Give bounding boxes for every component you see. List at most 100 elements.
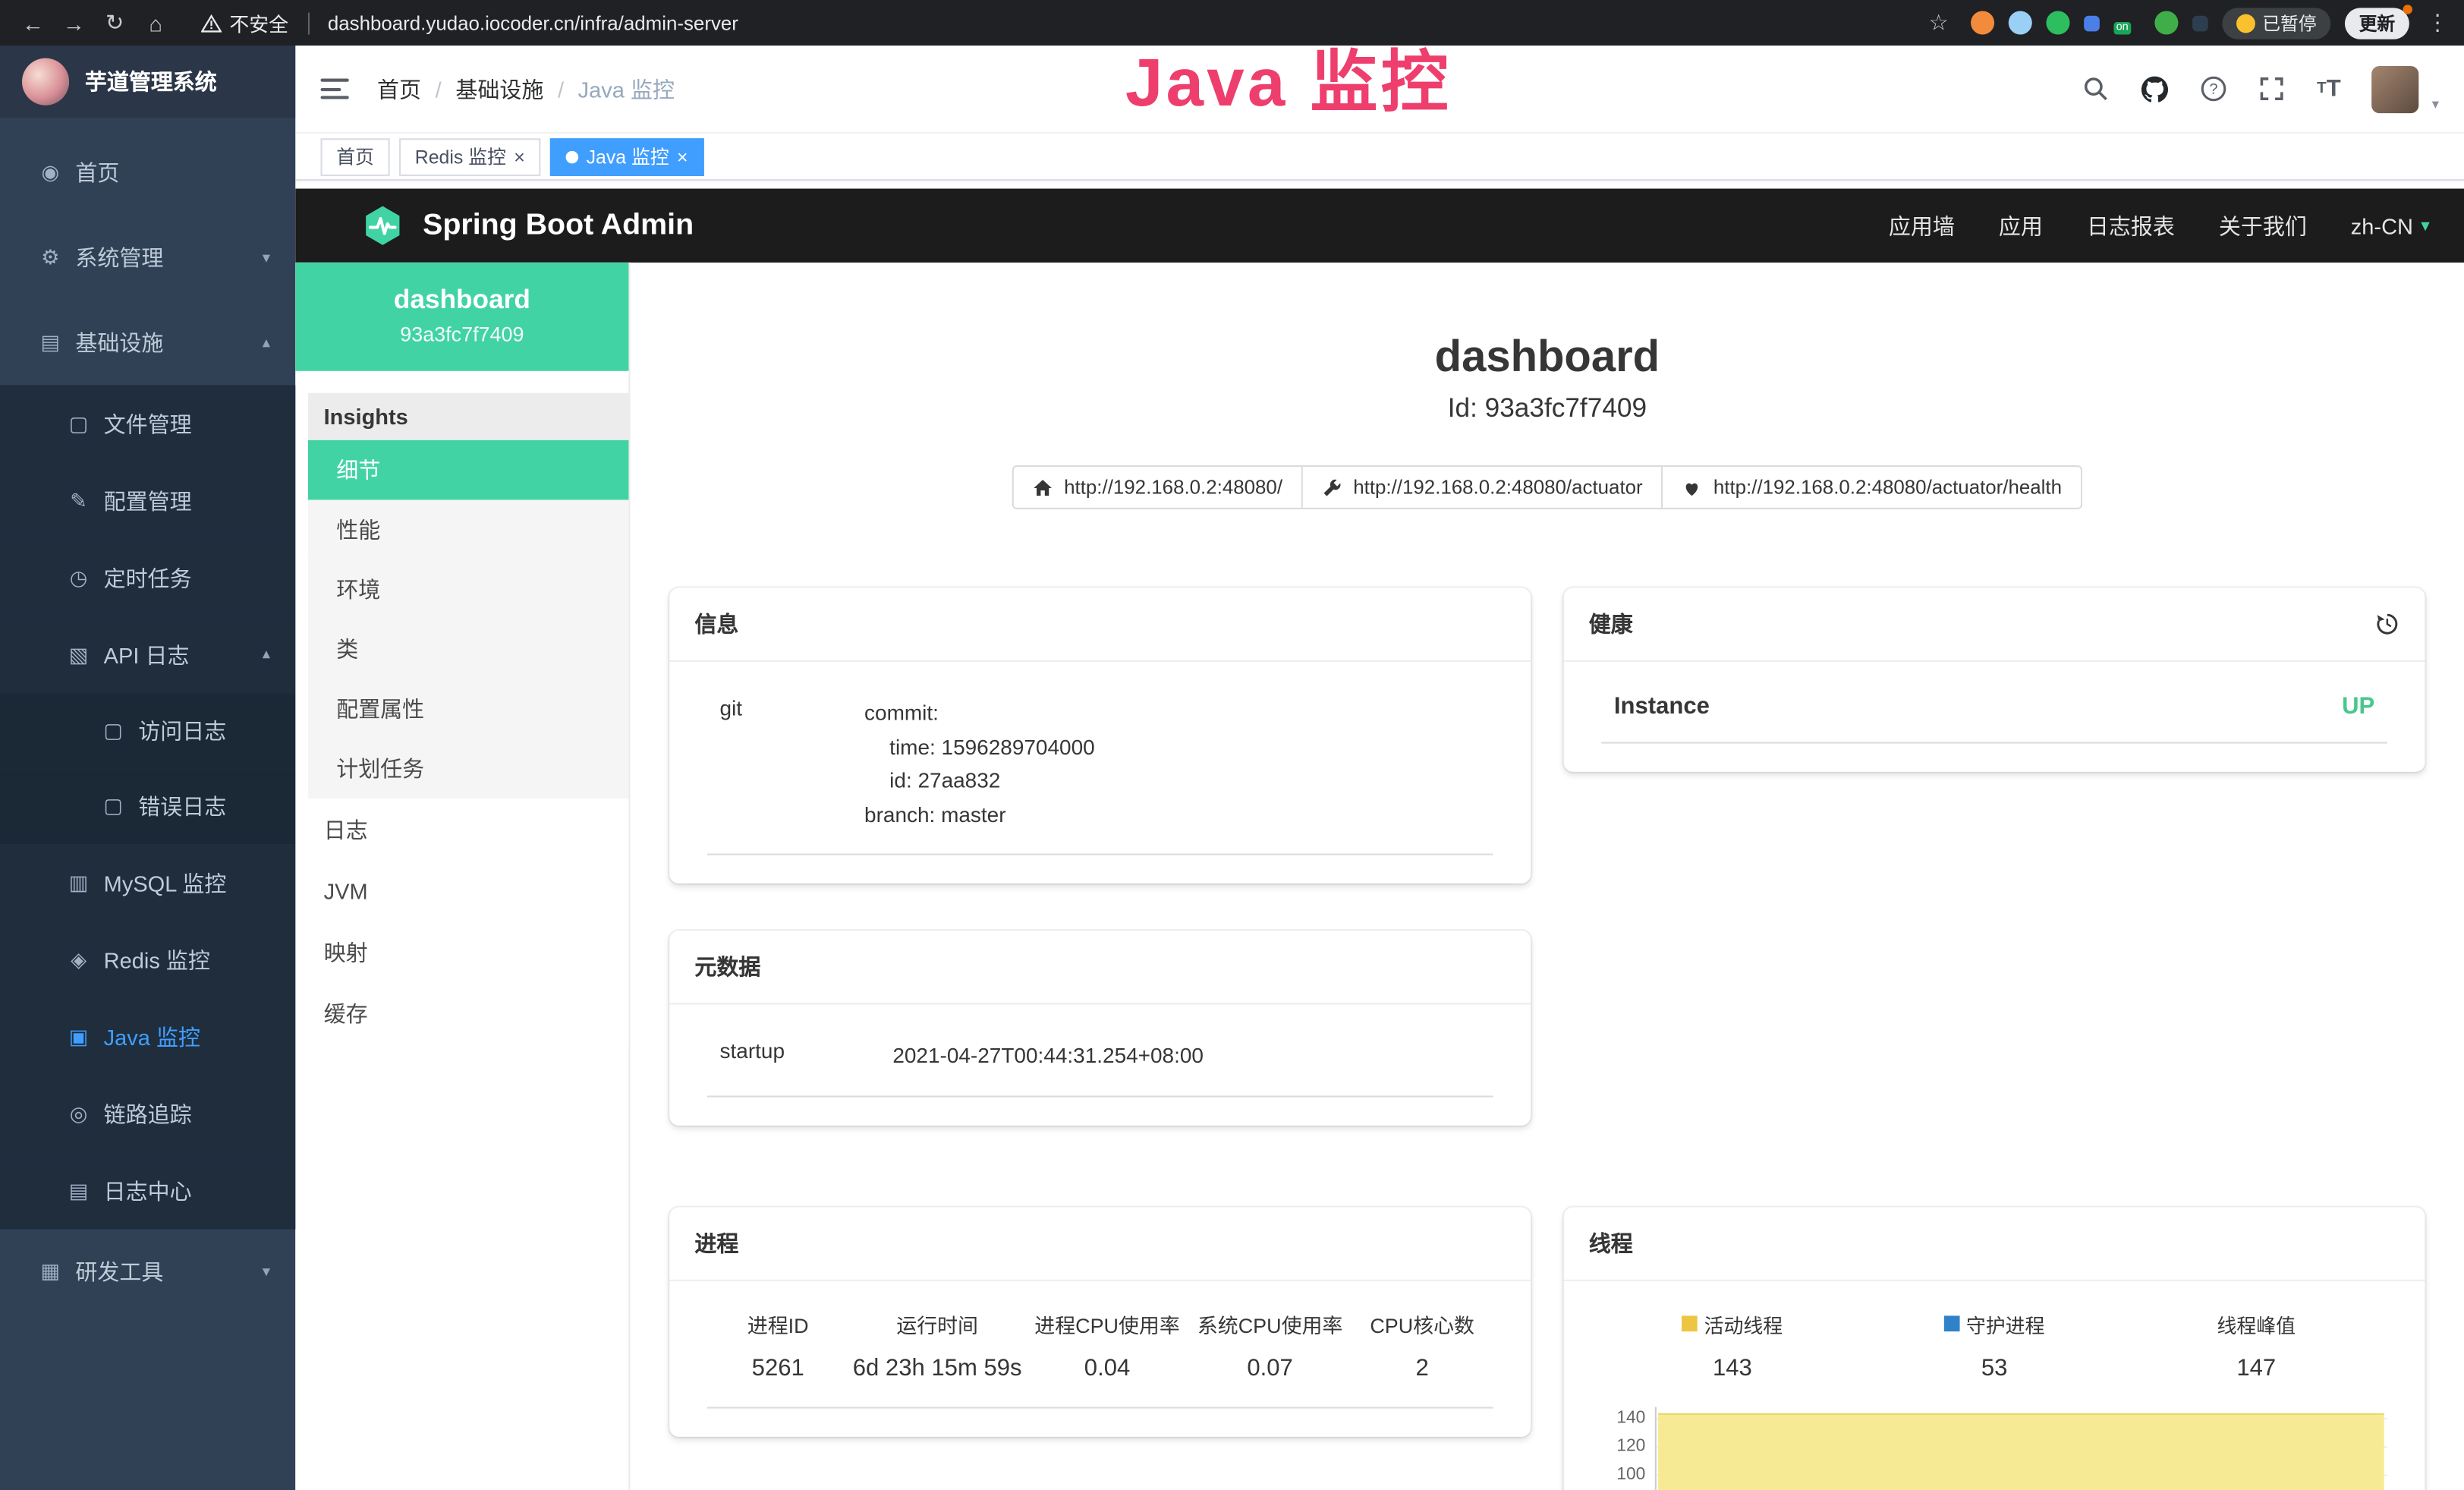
help-icon[interactable]: ? [2201, 75, 2227, 102]
address-bar[interactable]: dashboard.yudao.iocoder.cn/infra/admin-s… [328, 12, 738, 34]
github-icon[interactable] [2141, 74, 2169, 102]
sba-item-mappings[interactable]: 映射 [308, 921, 628, 983]
hamburger-icon[interactable] [320, 79, 348, 99]
column-header: 运行时间 [849, 1309, 1026, 1338]
history-icon[interactable] [2374, 612, 2399, 637]
browser-update-button[interactable]: 更新 [2345, 7, 2409, 38]
extension-icon-switch-on[interactable]: on [2113, 11, 2139, 34]
app-logo-row[interactable]: 芋道管理系统 [0, 46, 295, 118]
sidebar-item-java-monitor[interactable]: ▣ Java 监控 [0, 998, 295, 1075]
extension-icon-leaf[interactable] [2154, 11, 2177, 34]
error-log-icon: ▢ [94, 794, 132, 819]
sba-item-details[interactable]: 细节 [308, 440, 628, 500]
sidebar-item-home[interactable]: ◉ 首页 [0, 131, 295, 216]
sidebar-item-log-center[interactable]: ▤ 日志中心 [0, 1152, 295, 1229]
breadcrumb: 首页 / 基础设施 / Java 监控 [377, 73, 675, 104]
security-indicator[interactable]: 不安全 [201, 8, 288, 37]
extension-icon-blue-grid[interactable] [2083, 15, 2099, 31]
sba-nav-wallboard[interactable]: 应用墙 [1889, 209, 1955, 241]
api-log-icon: ▧ [60, 642, 98, 667]
git-id-line: id: 27aa832 [864, 764, 1095, 799]
extension-icon-lightblue[interactable] [2008, 11, 2031, 34]
breadcrumb-home[interactable]: 首页 [377, 73, 421, 104]
svg-text:?: ? [2210, 81, 2218, 98]
sba-item-logs[interactable]: 日志 [308, 799, 628, 860]
browser-menu-icon[interactable]: ⋮ [2427, 9, 2449, 36]
header-actions: ? TT ▾ [2082, 65, 2439, 113]
sidebar-item-error-logs[interactable]: ▢ 错误日志 [0, 769, 295, 844]
sba-item-scheduled-tasks[interactable]: 计划任务 [308, 739, 628, 799]
sidebar-item-api-logs[interactable]: ▧ API 日志 ▴ [0, 616, 295, 693]
column-value: 0.04 [1026, 1354, 1189, 1381]
fullscreen-icon[interactable] [2258, 75, 2285, 102]
column-value: 2 [1352, 1354, 1493, 1381]
column-value: 0.07 [1188, 1354, 1352, 1381]
sba-main: dashboard Id: 93a3fc7f7409 http://192.16… [630, 263, 2464, 1490]
sidebar-item-redis-monitor[interactable]: ◈ Redis 监控 [0, 921, 295, 998]
process-table: 进程ID 5261 运行时间 6d 23h 15m 59s [707, 1309, 1493, 1407]
close-icon[interactable]: × [677, 147, 688, 166]
extension-icon-dark[interactable] [2192, 15, 2208, 31]
sba-sidebar: dashboard 93a3fc7f7409 Insights 细节 性能 环境… [295, 263, 630, 1490]
extension-icon-green-circle[interactable] [2045, 11, 2069, 34]
sba-locale-select[interactable]: zh-CN ▾ [2351, 213, 2430, 238]
process-card-header: 进程 [669, 1206, 1531, 1280]
chevron-up-icon: ▴ [263, 646, 270, 663]
close-icon[interactable]: × [514, 147, 525, 166]
sidebar-item-scheduled-tasks[interactable]: ◷ 定时任务 [0, 539, 295, 616]
actuator-url-button[interactable]: http://192.168.0.2:48080/actuator [1303, 465, 1663, 509]
sba-item-caches[interactable]: 缓存 [308, 982, 628, 1044]
table-row: startup 2021-04-27T00:44:31.254+08:00 [707, 1033, 1493, 1097]
sidebar-item-access-logs[interactable]: ▢ 访问日志 [0, 693, 295, 768]
sidebar-item-mysql-monitor[interactable]: ▥ MySQL 监控 [0, 844, 295, 921]
process-column-cpu-cores: CPU核心数 2 [1352, 1309, 1493, 1381]
sidebar-item-file-management[interactable]: ▢ 文件管理 [0, 385, 295, 461]
metadata-value: 2021-04-27T00:44:31.254+08:00 [892, 1039, 1204, 1073]
sidebar-item-tracing[interactable]: ◎ 链路追踪 [0, 1076, 295, 1152]
search-icon[interactable] [2082, 75, 2109, 102]
sidebar-item-infrastructure[interactable]: ▤ 基础设施 ▴ [0, 301, 295, 386]
access-log-icon: ▢ [94, 718, 132, 743]
legend-value: 53 [1864, 1354, 2126, 1381]
status-badge: UP [2342, 693, 2374, 720]
sba-item-environment[interactable]: 环境 [308, 559, 628, 619]
health-url-button[interactable]: http://192.168.0.2:48080/actuator/health [1663, 465, 2082, 509]
service-url-button[interactable]: http://192.168.0.2:48080/ [1012, 465, 1303, 509]
sba-nav-about[interactable]: 关于我们 [2219, 209, 2307, 241]
user-avatar[interactable] [2372, 65, 2419, 112]
instance-header[interactable]: dashboard 93a3fc7f7409 [295, 263, 628, 371]
bookmark-star-icon[interactable]: ☆ [1921, 9, 1956, 36]
process-card: 进程 进程ID 5261 运行时间 [669, 1206, 1531, 1435]
tab-redis-monitor[interactable]: Redis 监控 × [399, 137, 540, 175]
forward-icon[interactable]: → [57, 10, 92, 35]
sidebar-item-label: 错误日志 [138, 791, 226, 822]
log-center-icon: ▤ [60, 1178, 98, 1203]
browser-home-icon[interactable]: ⌂ [138, 10, 173, 35]
process-card-body: 进程ID 5261 运行时间 6d 23h 15m 59s [669, 1281, 1531, 1436]
profile-paused-badge[interactable]: 已暂停 [2221, 7, 2330, 38]
sba-nav-journal[interactable]: 日志报表 [2087, 209, 2175, 241]
sidebar-item-config-management[interactable]: ✎ 配置管理 [0, 462, 295, 539]
sidebar-item-dev-tools[interactable]: ▦ 研发工具 ▾ [0, 1230, 295, 1315]
tab-home[interactable]: 首页 [320, 137, 389, 175]
breadcrumb-infrastructure[interactable]: 基础设施 [455, 73, 543, 104]
live-threads-area-series [1658, 1413, 2384, 1490]
refresh-icon[interactable]: ↻ [97, 9, 132, 36]
health-card: 健康 Instance UP [1564, 588, 2425, 772]
sba-header: Spring Boot Admin 应用墙 应用 日志报表 关于我们 zh-CN… [295, 189, 2464, 263]
process-column-uptime: 运行时间 6d 23h 15m 59s [849, 1309, 1026, 1381]
sba-item-classes[interactable]: 类 [308, 619, 628, 679]
font-size-icon[interactable]: TT [2317, 75, 2341, 102]
sidebar-item-system[interactable]: ⚙ 系统管理 ▾ [0, 216, 295, 301]
sba-item-config-props[interactable]: 配置属性 [308, 679, 628, 739]
tab-java-monitor[interactable]: Java 监控 × [550, 137, 703, 175]
config-icon: ✎ [60, 488, 98, 513]
sidebar-item-label: Java 监控 [104, 1021, 200, 1052]
extension-icon-orange[interactable] [1970, 11, 1994, 34]
sba-item-jvm[interactable]: JVM [308, 860, 628, 921]
sba-nav-applications[interactable]: 应用 [1999, 209, 2043, 241]
instance-name: dashboard [295, 285, 628, 316]
chevron-up-icon: ▴ [263, 334, 270, 351]
sba-item-performance[interactable]: 性能 [308, 500, 628, 560]
back-icon[interactable]: ← [16, 10, 51, 35]
